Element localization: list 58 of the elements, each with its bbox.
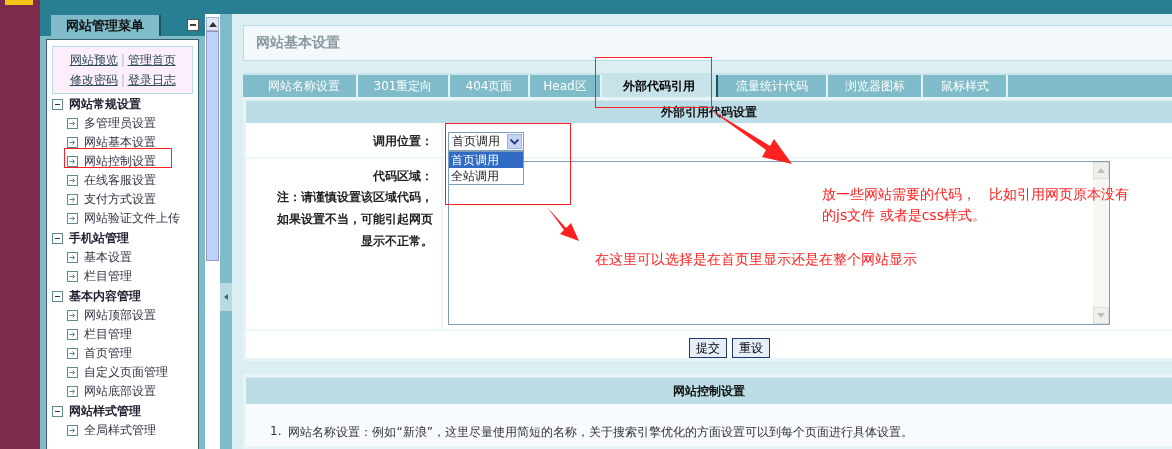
quick-link[interactable]: 管理首页 [127, 51, 176, 69]
warning-note: 注：请谨慎设置该区域代码，如果设置不当，可能引起网页显示不正常。 [276, 189, 433, 250]
quick-link[interactable]: 登录日志 [127, 71, 176, 89]
menu-item[interactable]: 全局样式管理 [84, 422, 156, 439]
menu-item[interactable]: 多管理员设置 [84, 115, 156, 132]
annotation-text: 在这里可以选择是在首页里显示还是在整个网站显示 [595, 250, 917, 269]
menu-item[interactable]: 栏目管理 [84, 326, 132, 343]
section-header: 网站控制设置 [246, 377, 1172, 404]
menu-group[interactable]: 网站常规设置 [69, 96, 141, 113]
page-title: 网站基本设置 [256, 34, 340, 52]
dropdown-option[interactable]: 首页调用 [449, 152, 523, 168]
arrow-icon [67, 252, 78, 263]
dropdown[interactable]: 首页调用 [448, 132, 524, 151]
menu-item[interactable]: 支付方式设置 [84, 191, 156, 208]
menu-group[interactable]: 基本内容管理 [69, 288, 141, 305]
field-label: 代码区域： [373, 168, 433, 185]
arrow-icon [67, 271, 78, 282]
form-button[interactable]: 提交 [688, 338, 727, 358]
arrow-icon [67, 310, 78, 321]
arrow-icon [67, 367, 78, 378]
menu-item[interactable]: 网站控制设置 [84, 153, 156, 170]
form-button[interactable]: 重设 [731, 338, 770, 358]
menu-item[interactable]: 网站顶部设置 [84, 307, 156, 324]
arrow-icon [67, 156, 78, 167]
tab[interactable]: 外部代码引用 [602, 75, 718, 97]
menu-item[interactable]: 网站底部设置 [84, 383, 156, 400]
menu-item[interactable]: 栏目管理 [84, 268, 132, 285]
sidebar-title: 网站管理菜单 [51, 15, 161, 36]
sidebar-toggle[interactable] [220, 282, 232, 311]
menu-item[interactable]: 网站验证文件上传 [84, 210, 180, 227]
quick-link[interactable]: 修改密码 [69, 71, 118, 89]
menu-group[interactable]: 手机站管理 [69, 230, 129, 247]
arrow-icon [67, 213, 78, 224]
menu-item[interactable]: 在线客服设置 [84, 172, 156, 189]
annotation-text: 放一些网站需要的代码， 比如引用网页原本没有的js文件 或者是css样式。 [822, 185, 1131, 225]
arrow-icon [67, 425, 78, 436]
dropdown-option[interactable]: 全站调用 [449, 168, 523, 184]
menu-item[interactable]: 基本设置 [84, 249, 132, 266]
menu-group[interactable]: 网站样式管理 [69, 403, 141, 420]
collapse-icon[interactable] [187, 19, 199, 31]
field-label: 调用位置： [373, 133, 433, 150]
arrow-icon [67, 175, 78, 186]
menu-item[interactable]: 网站基本设置 [84, 134, 156, 151]
arrow-icon [67, 329, 78, 340]
list-number: 1. [270, 424, 282, 440]
quick-link[interactable]: 网站预览 [69, 51, 118, 69]
menu-item[interactable]: 首页管理 [84, 345, 132, 362]
logo-block [5, 0, 33, 5]
arrow-icon [67, 194, 78, 205]
triangle-left-icon[interactable] [224, 293, 228, 300]
arrow-icon [67, 137, 78, 148]
menu-item[interactable]: 自定义页面管理 [84, 364, 168, 381]
help-text: 网站名称设置：例如“新浪”，这里尽量使用简短的名称，关于搜索引擎优化的方面设置可以到每个页面进行具体设置。 [288, 424, 913, 441]
arrow-icon [67, 118, 78, 129]
scroll-up-icon[interactable] [208, 21, 217, 27]
arrow-icon [67, 348, 78, 359]
scrollbar[interactable] [205, 14, 220, 449]
arrow-icon [67, 386, 78, 397]
